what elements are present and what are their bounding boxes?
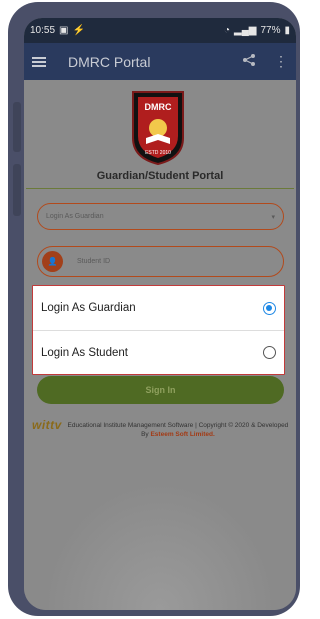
gallery-icon: ▣ bbox=[59, 25, 69, 36]
user-icon: 👤 bbox=[42, 251, 63, 272]
brand-logo: wittv bbox=[32, 418, 62, 432]
notification-icon: ⚡ bbox=[72, 25, 85, 36]
dropdown-arrow-icon: ▾ bbox=[271, 213, 275, 221]
login-type-value: Login As Guardian bbox=[46, 213, 104, 220]
app-title: DMRC Portal bbox=[68, 53, 151, 70]
option-login-as-student[interactable]: Login As Student bbox=[33, 330, 284, 374]
footer: wittv Educational Institute Management S… bbox=[32, 418, 290, 439]
app-bar: DMRC Portal ⋮ bbox=[24, 43, 296, 80]
logo-top-text: DMRC bbox=[145, 102, 172, 112]
status-bar: 10:55 ▣ ⚡ ◔ ▂▄▆ 77% ▮ bbox=[24, 18, 296, 43]
option-label: Login As Guardian bbox=[41, 302, 136, 314]
radio-unselected-icon[interactable] bbox=[263, 346, 276, 359]
share-icon[interactable] bbox=[242, 53, 256, 70]
more-options-icon[interactable]: ⋮ bbox=[274, 53, 288, 70]
option-login-as-guardian[interactable]: Login As Guardian bbox=[33, 286, 284, 330]
power-button bbox=[13, 164, 21, 216]
student-id-field[interactable]: 👤 Student ID bbox=[37, 246, 284, 277]
portal-title: Guardian/Student Portal bbox=[96, 170, 224, 182]
student-id-placeholder: Student ID bbox=[77, 258, 111, 265]
wifi-icon: ◔ bbox=[223, 25, 230, 36]
divider bbox=[26, 188, 294, 189]
login-type-dialog: Login As Guardian Login As Student bbox=[32, 285, 285, 375]
volume-button bbox=[13, 102, 21, 152]
battery-text: 77% bbox=[260, 25, 281, 36]
sign-in-button[interactable]: Sign In bbox=[37, 376, 284, 404]
footer-text: Educational Institute Management Softwar… bbox=[66, 418, 290, 439]
login-type-select[interactable]: Login As Guardian ▾ bbox=[37, 203, 284, 230]
status-time: 10:55 bbox=[30, 25, 56, 36]
signal-icon: ▂▄▆ bbox=[234, 25, 257, 36]
menu-icon[interactable] bbox=[32, 56, 46, 67]
logo-bottom-text: ESTD 2010 bbox=[145, 150, 171, 156]
radio-selected-icon[interactable] bbox=[263, 301, 276, 315]
battery-icon: ▮ bbox=[284, 25, 290, 36]
dmrc-logo: DMRC ESTD 2010 bbox=[132, 91, 184, 166]
option-label: Login As Student bbox=[41, 346, 128, 359]
footer-company-link[interactable]: Esteem Soft Limited. bbox=[150, 431, 214, 438]
background-shade bbox=[24, 460, 296, 610]
